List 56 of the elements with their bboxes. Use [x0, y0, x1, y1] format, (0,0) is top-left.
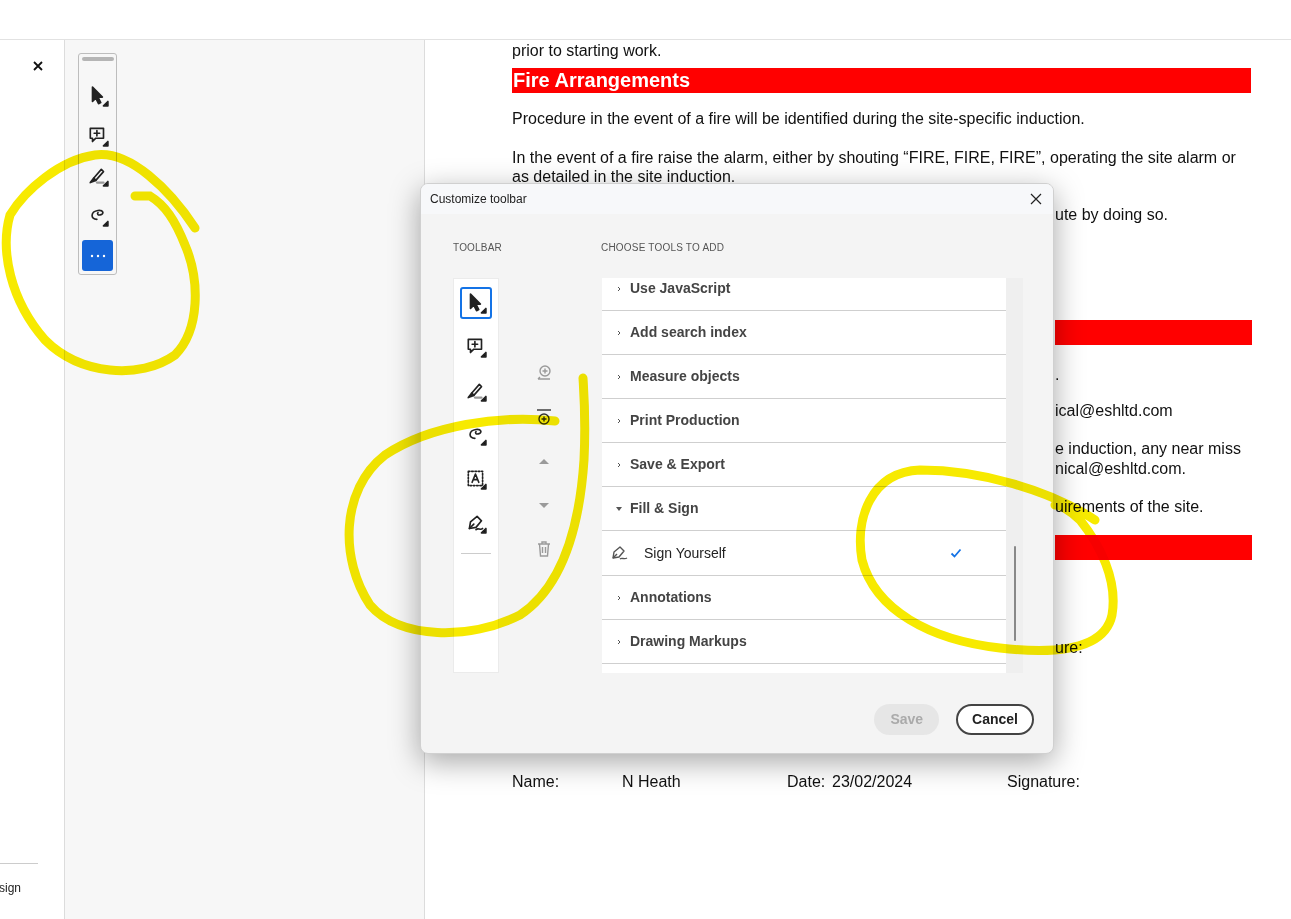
- scrollbar-thumb[interactable]: [1013, 546, 1016, 641]
- chevron-icon: [615, 460, 623, 469]
- close-icon[interactable]: [32, 60, 44, 72]
- caret-icon: [615, 504, 623, 513]
- paragraph: prior to starting work.: [512, 41, 663, 60]
- chevron-icon: [615, 416, 623, 425]
- text-line: nical@eshltd.com.: [1055, 460, 1186, 477]
- form-field-text: 23/02/2024: [832, 773, 913, 790]
- group-label: Measure objects: [630, 367, 740, 386]
- more-icon: [89, 253, 106, 258]
- tool-group-row[interactable]: Drawing Markups: [602, 620, 1006, 664]
- close-button[interactable]: [1029, 192, 1043, 206]
- tool-row[interactable]: Sign Yourself: [602, 531, 1006, 576]
- tool-group-row[interactable]: Print Production: [602, 399, 1006, 443]
- tool-button[interactable]: [460, 287, 492, 319]
- close-icon: [1030, 193, 1042, 205]
- tool-group-row[interactable]: Save & Export: [602, 443, 1006, 487]
- group-label: Print Production: [630, 411, 740, 430]
- column-label: CHOOSE TOOLS TO ADD: [601, 241, 725, 255]
- form-field-text: Signature:: [1007, 773, 1080, 790]
- group-label: Fill & Sign: [630, 499, 699, 518]
- group-label: Save & Export: [630, 455, 725, 474]
- text-line: e induction, any near miss: [1055, 440, 1241, 457]
- drag-handle[interactable]: [81, 57, 114, 61]
- paragraph: Procedure in the event of a fire will be identified during the site-specific induction.: [512, 109, 1086, 128]
- group-label: Drawing Markups: [630, 632, 747, 651]
- comment-icon: [86, 124, 109, 147]
- column-label: TOOLBAR: [453, 241, 503, 255]
- group-label: Annotations: [630, 588, 712, 607]
- text-line: .: [1055, 366, 1060, 383]
- group-label: Add search index: [630, 323, 747, 342]
- chevron-icon: [615, 372, 623, 381]
- text-line: ical@eshltd.com: [1055, 402, 1173, 419]
- text-box-icon: [465, 468, 487, 490]
- text-line: ure:: [1055, 639, 1083, 656]
- chevron-icon: [615, 328, 623, 337]
- tool-group-row[interactable]: Use JavaScript: [602, 278, 1006, 311]
- form-field-text: Name:: [512, 773, 560, 790]
- side-label: sign: [0, 881, 22, 895]
- section-heading: Fire Arrangements: [512, 68, 1251, 93]
- comment-icon: [465, 336, 487, 358]
- tool-group-row[interactable]: Add search index: [602, 311, 1006, 355]
- chevron-icon: [615, 593, 623, 602]
- tool-group-row[interactable]: Measure objects: [602, 355, 1006, 399]
- chevron-icon: [615, 284, 623, 293]
- form-field-text: N Heath: [622, 773, 681, 790]
- cancel-button[interactable]: Cancel: [956, 704, 1034, 735]
- form-field-text: Date:: [787, 773, 826, 790]
- paragraph: In the event of a fire raise the alarm, either by shouting “FIRE, FIRE, FIRE”, operating the site alarm or as detailed in the site induction.: [512, 148, 1237, 186]
- group-label: Use JavaScript: [630, 279, 731, 298]
- tool-label: Sign Yourself: [644, 543, 727, 563]
- scrollbar[interactable]: [1006, 278, 1023, 673]
- text-line: ute by doing so.: [1055, 206, 1168, 223]
- dialog-title: Customize toolbar: [430, 191, 527, 208]
- chevron-icon: [615, 637, 623, 646]
- tool-group-row[interactable]: Fill & Sign: [602, 487, 1006, 531]
